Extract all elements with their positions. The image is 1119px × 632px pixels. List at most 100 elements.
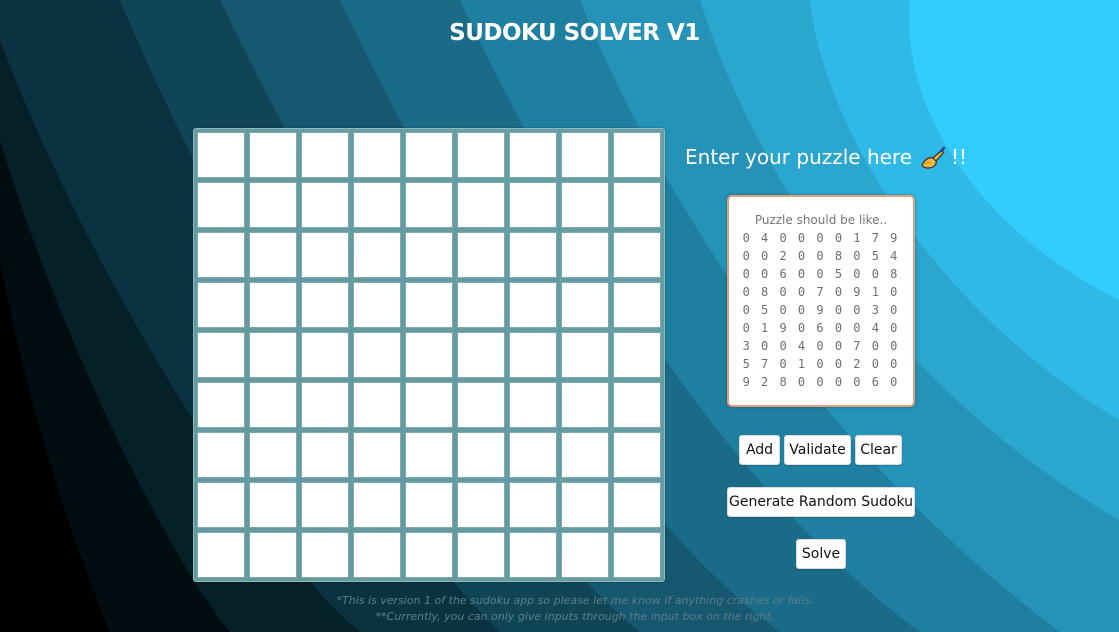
sudoku-cell[interactable] bbox=[405, 282, 453, 328]
sudoku-cell[interactable] bbox=[353, 332, 401, 378]
sudoku-cell[interactable] bbox=[457, 232, 505, 278]
sudoku-cell[interactable] bbox=[509, 332, 557, 378]
writing-hand-icon bbox=[919, 144, 946, 170]
sudoku-cell[interactable] bbox=[457, 132, 505, 178]
sudoku-cell[interactable] bbox=[197, 482, 245, 528]
sudoku-cell[interactable] bbox=[301, 182, 349, 228]
clear-button[interactable]: Clear bbox=[855, 435, 902, 465]
sudoku-cell[interactable] bbox=[561, 132, 609, 178]
sudoku-cell[interactable] bbox=[301, 282, 349, 328]
prompt-exclamation: !! bbox=[951, 145, 968, 169]
generate-random-button[interactable]: Generate Random Sudoku bbox=[727, 487, 915, 517]
sudoku-cell[interactable] bbox=[353, 282, 401, 328]
sudoku-cell[interactable] bbox=[509, 132, 557, 178]
puzzle-placeholder-row: 9 2 8 0 0 0 0 6 0 bbox=[742, 375, 900, 389]
sudoku-cell[interactable] bbox=[353, 382, 401, 428]
sudoku-cell[interactable] bbox=[249, 432, 297, 478]
sudoku-cell[interactable] bbox=[613, 282, 661, 328]
sudoku-cell[interactable] bbox=[509, 182, 557, 228]
sudoku-cell[interactable] bbox=[405, 232, 453, 278]
sudoku-cell[interactable] bbox=[613, 482, 661, 528]
sudoku-cell[interactable] bbox=[405, 532, 453, 578]
sudoku-cell[interactable] bbox=[353, 432, 401, 478]
sudoku-cell[interactable] bbox=[457, 432, 505, 478]
sudoku-cell[interactable] bbox=[405, 132, 453, 178]
sudoku-cell[interactable] bbox=[249, 382, 297, 428]
sudoku-cell[interactable] bbox=[561, 482, 609, 528]
sudoku-cell[interactable] bbox=[249, 282, 297, 328]
sudoku-cell[interactable] bbox=[457, 382, 505, 428]
sudoku-cell[interactable] bbox=[613, 532, 661, 578]
sudoku-cell[interactable] bbox=[613, 432, 661, 478]
sudoku-cell[interactable] bbox=[353, 232, 401, 278]
sudoku-cell[interactable] bbox=[249, 482, 297, 528]
sudoku-cell[interactable] bbox=[249, 232, 297, 278]
sudoku-cell[interactable] bbox=[509, 232, 557, 278]
sudoku-cell[interactable] bbox=[509, 532, 557, 578]
sudoku-cell[interactable] bbox=[197, 182, 245, 228]
footer-note-version: *This is version 1 of the sudoku app so … bbox=[336, 594, 814, 607]
solve-button[interactable]: Solve bbox=[796, 539, 846, 569]
sudoku-cell[interactable] bbox=[405, 182, 453, 228]
sudoku-cell[interactable] bbox=[353, 482, 401, 528]
sudoku-cell[interactable] bbox=[353, 132, 401, 178]
sudoku-cell[interactable] bbox=[509, 282, 557, 328]
sudoku-cell[interactable] bbox=[301, 432, 349, 478]
sudoku-board bbox=[193, 128, 665, 582]
sudoku-cell[interactable] bbox=[457, 482, 505, 528]
sudoku-cell[interactable] bbox=[301, 482, 349, 528]
sudoku-cell[interactable] bbox=[197, 382, 245, 428]
sudoku-cell[interactable] bbox=[457, 332, 505, 378]
add-button[interactable]: Add bbox=[739, 435, 780, 465]
sudoku-cell[interactable] bbox=[301, 532, 349, 578]
sudoku-cell[interactable] bbox=[353, 182, 401, 228]
sudoku-cell[interactable] bbox=[509, 482, 557, 528]
sudoku-cell[interactable] bbox=[301, 232, 349, 278]
page-title: SUDOKU SOLVER V1 bbox=[449, 20, 700, 46]
input-prompt: Enter your puzzle here !! bbox=[685, 144, 967, 170]
sudoku-cell[interactable] bbox=[561, 432, 609, 478]
sudoku-cell[interactable] bbox=[613, 182, 661, 228]
sudoku-cell[interactable] bbox=[509, 432, 557, 478]
sudoku-cell[interactable] bbox=[197, 232, 245, 278]
sudoku-cell[interactable] bbox=[197, 432, 245, 478]
puzzle-placeholder-title: Puzzle should be like.. bbox=[754, 213, 888, 227]
puzzle-placeholder-row: 0 0 6 0 0 5 0 0 8 bbox=[742, 267, 900, 281]
sudoku-cell[interactable] bbox=[249, 332, 297, 378]
sudoku-cell[interactable] bbox=[613, 132, 661, 178]
sudoku-cell[interactable] bbox=[561, 232, 609, 278]
sudoku-cell[interactable] bbox=[405, 432, 453, 478]
sudoku-cell[interactable] bbox=[405, 382, 453, 428]
sudoku-cell[interactable] bbox=[613, 382, 661, 428]
sudoku-cell[interactable] bbox=[405, 332, 453, 378]
puzzle-input-box[interactable]: Puzzle should be like.. 0 4 0 0 0 0 1 7 … bbox=[727, 195, 915, 407]
sudoku-cell[interactable] bbox=[561, 532, 609, 578]
sudoku-cell[interactable] bbox=[197, 282, 245, 328]
sudoku-cell[interactable] bbox=[249, 532, 297, 578]
sudoku-cell[interactable] bbox=[561, 182, 609, 228]
sudoku-cell[interactable] bbox=[457, 282, 505, 328]
puzzle-placeholder-row: 0 5 0 0 9 0 0 3 0 bbox=[742, 303, 900, 317]
sudoku-cell[interactable] bbox=[197, 332, 245, 378]
sudoku-cell[interactable] bbox=[197, 132, 245, 178]
sudoku-cell[interactable] bbox=[561, 382, 609, 428]
sudoku-cell[interactable] bbox=[249, 132, 297, 178]
sudoku-cell[interactable] bbox=[613, 332, 661, 378]
validate-button[interactable]: Validate bbox=[784, 435, 851, 465]
sudoku-cell[interactable] bbox=[405, 482, 453, 528]
puzzle-placeholder-row: 5 7 0 1 0 0 2 0 0 bbox=[742, 357, 900, 371]
sudoku-cell[interactable] bbox=[249, 182, 297, 228]
sudoku-cell[interactable] bbox=[561, 282, 609, 328]
puzzle-placeholder-row: 0 8 0 0 7 0 9 1 0 bbox=[742, 285, 900, 299]
sudoku-cell[interactable] bbox=[509, 382, 557, 428]
sudoku-cell[interactable] bbox=[197, 532, 245, 578]
sudoku-cell[interactable] bbox=[613, 232, 661, 278]
sudoku-cell[interactable] bbox=[353, 532, 401, 578]
sudoku-cell[interactable] bbox=[301, 382, 349, 428]
footer-note-input: **Currently, you can only give inputs th… bbox=[375, 610, 775, 623]
sudoku-cell[interactable] bbox=[301, 332, 349, 378]
sudoku-cell[interactable] bbox=[457, 182, 505, 228]
sudoku-cell[interactable] bbox=[457, 532, 505, 578]
sudoku-cell[interactable] bbox=[301, 132, 349, 178]
sudoku-cell[interactable] bbox=[561, 332, 609, 378]
